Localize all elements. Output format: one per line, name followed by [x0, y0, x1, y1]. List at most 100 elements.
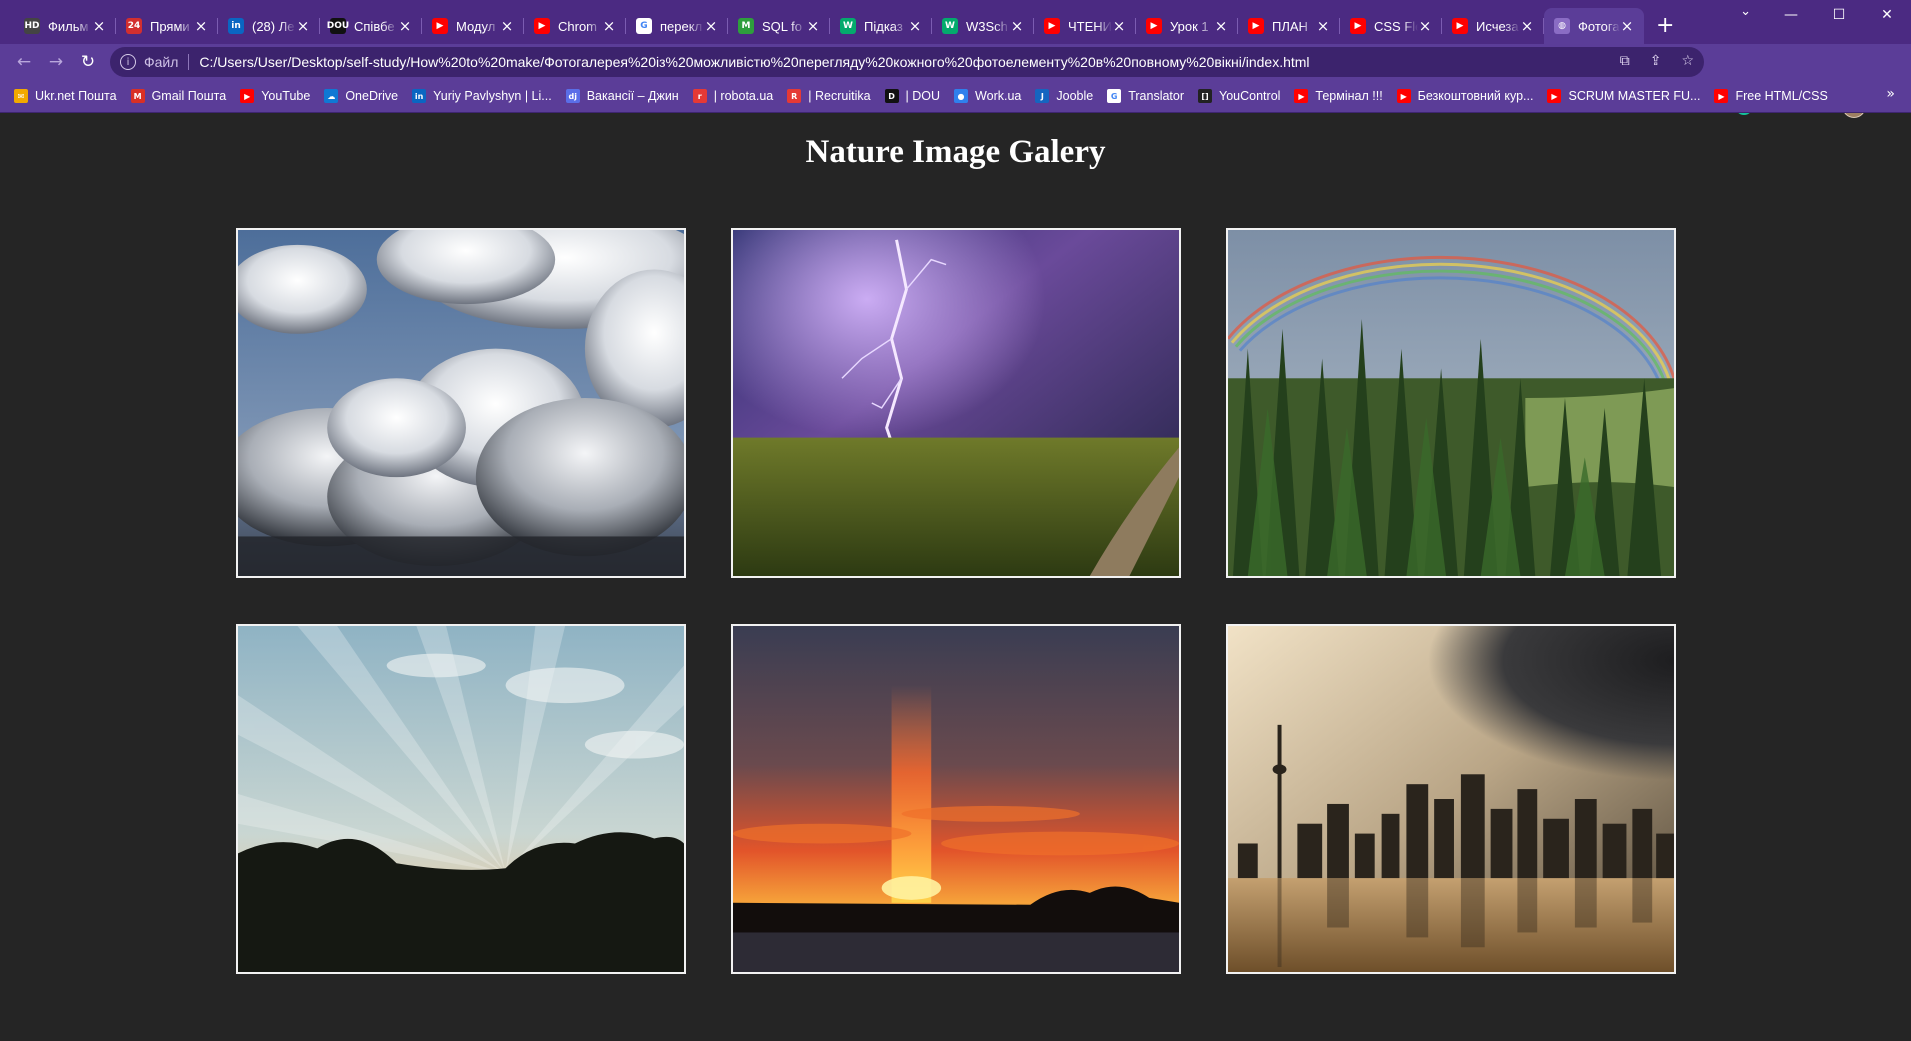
- tab-close-icon[interactable]: ×: [602, 17, 616, 35]
- photo-storm-city[interactable]: [1226, 624, 1676, 974]
- bookmark-item[interactable]: J Jooble: [1035, 89, 1093, 103]
- tab-title: SQL fo: [762, 18, 802, 34]
- bookmark-item[interactable]: [] YouControl: [1198, 89, 1280, 103]
- tab-close-icon[interactable]: ×: [1112, 17, 1126, 35]
- tab-15[interactable]: ▶ Исчеза ×: [1442, 8, 1544, 44]
- photo-sun-rays[interactable]: [236, 624, 686, 974]
- tab-4[interactable]: DOU Співбе ×: [320, 8, 422, 44]
- bookmark-item[interactable]: in Yuriy Pavlyshyn | Li...: [412, 89, 552, 103]
- new-tab-button[interactable]: +: [1656, 13, 1674, 38]
- bookmark-item[interactable]: M Gmail Пошта: [130, 89, 227, 103]
- photo-sunset-pillar[interactable]: [731, 624, 1181, 974]
- tab-1[interactable]: HD Фильм ×: [14, 8, 116, 44]
- tab-2[interactable]: 24 Прями ×: [116, 8, 218, 44]
- w3-icon: W: [840, 18, 856, 34]
- tab-12[interactable]: ▶ Урок 1 ×: [1136, 8, 1238, 44]
- tab-close-icon[interactable]: ×: [296, 17, 310, 35]
- bookmark-item[interactable]: ✉ Ukr.net Пошта: [14, 89, 117, 103]
- tab-title: Модул: [456, 18, 496, 34]
- address-scheme: Файл: [144, 54, 179, 70]
- lightning-image: [733, 230, 1179, 576]
- bookmark-item[interactable]: G Translator: [1107, 89, 1184, 103]
- address-bar[interactable]: i Файл C:/Users/User/Desktop/self-study/…: [110, 47, 1704, 77]
- tab-close-icon[interactable]: ×: [398, 17, 412, 35]
- bookmark-star-icon[interactable]: ☆: [1681, 53, 1694, 69]
- bookmark-item[interactable]: ☁ OneDrive: [324, 89, 398, 103]
- photo-clouds[interactable]: [236, 228, 686, 578]
- bookmark-label: Yuriy Pavlyshyn | Li...: [433, 89, 552, 103]
- rainbow-forest-image: [1228, 230, 1674, 576]
- forward-arrow-icon[interactable]: →: [40, 46, 72, 78]
- bookmark-item[interactable]: dj Вакансії – Джин: [565, 89, 679, 103]
- bookmark-list: ✉ Ukr.net Пошта M Gmail Пошта ▶ YouTube ☁ OneDr…: [0, 89, 1828, 103]
- tab-8[interactable]: M SQL fo ×: [728, 8, 830, 44]
- tab-close-icon[interactable]: ×: [1316, 17, 1330, 35]
- tab-3[interactable]: in (28) Ле ×: [218, 8, 320, 44]
- bookmark-item[interactable]: r | robota.ua: [692, 89, 773, 103]
- sunset-pillar-image: [733, 626, 1179, 972]
- minimize-icon[interactable]: —: [1767, 0, 1815, 30]
- tab-close-icon[interactable]: ×: [704, 17, 718, 35]
- tab-11[interactable]: ▶ ЧТЕНИ ×: [1034, 8, 1136, 44]
- tab-14[interactable]: ▶ CSS Fle ×: [1340, 8, 1442, 44]
- google-icon: G: [1107, 89, 1122, 103]
- tab-close-icon[interactable]: ×: [500, 17, 514, 35]
- back-arrow-icon[interactable]: ←: [8, 46, 40, 78]
- photo-lightning[interactable]: [731, 228, 1181, 578]
- bookmark-item[interactable]: ▶ Free HTML/CSS: [1714, 89, 1828, 103]
- tab-close-icon[interactable]: ×: [92, 17, 106, 35]
- share-icon[interactable]: ⇪: [1650, 53, 1662, 69]
- tab-10[interactable]: W W3Sch ×: [932, 8, 1034, 44]
- tab-13[interactable]: ▶ ПЛАН ×: [1238, 8, 1340, 44]
- bookmark-item[interactable]: R | Recruitika: [787, 89, 871, 103]
- bookmark-item[interactable]: ▶ YouTube: [240, 89, 310, 103]
- tab-title: Исчеза: [1476, 18, 1519, 34]
- close-window-icon[interactable]: ✕: [1863, 0, 1911, 30]
- photo-rainbow-forest[interactable]: [1226, 228, 1676, 578]
- bookmark-item[interactable]: D | DOU: [884, 89, 941, 103]
- bookmark-label: | DOU: [905, 89, 941, 103]
- tab-close-icon[interactable]: ×: [1520, 17, 1534, 35]
- tab-close-icon[interactable]: ×: [1418, 17, 1432, 35]
- tab-title: (28) Ле: [252, 18, 295, 34]
- reload-icon[interactable]: ↻: [72, 46, 104, 78]
- bookmark-label: Jooble: [1056, 89, 1094, 103]
- bookmark-item[interactable]: ▶ Безкоштовний кур...: [1396, 89, 1533, 103]
- tab-title: Прями: [150, 18, 190, 34]
- tab-close-icon[interactable]: ×: [806, 17, 820, 35]
- bookmark-item[interactable]: ▶ Термінал !!!: [1294, 89, 1383, 103]
- address-url[interactable]: C:/Users/User/Desktop/self-study/How%20t…: [199, 54, 1309, 70]
- maximize-icon[interactable]: ☐: [1815, 0, 1863, 30]
- tab-title: Фотога: [1578, 18, 1620, 34]
- tab-6[interactable]: ▶ Chrom ×: [524, 8, 626, 44]
- dou-icon: D: [884, 89, 899, 103]
- jooble-icon: J: [1035, 89, 1050, 103]
- bookmark-item[interactable]: ▶ SCRUM MASTER FU...: [1547, 89, 1700, 103]
- tab-search-icon[interactable]: ⌄: [1740, 4, 1751, 19]
- tab-close-icon[interactable]: ×: [1010, 17, 1024, 35]
- bookmark-label: SCRUM MASTER FU...: [1568, 89, 1701, 103]
- tab-title: ЧТЕНИ: [1068, 18, 1112, 34]
- tab-close-icon[interactable]: ×: [1620, 17, 1634, 35]
- youtube-icon: ▶: [432, 18, 448, 34]
- bookmark-label: Translator: [1128, 89, 1185, 103]
- tab-7[interactable]: Gперекл ×: [626, 8, 728, 44]
- tab-title: Підказ: [864, 18, 903, 34]
- bookmarks-bar: ✉ Ukr.net Пошта M Gmail Пошта ▶ YouTube ☁ OneDr…: [0, 80, 1911, 113]
- tab-9[interactable]: W Підказ ×: [830, 8, 932, 44]
- linkedin-icon: in: [412, 89, 427, 103]
- tab-close-icon[interactable]: ×: [194, 17, 208, 35]
- bookmark-label: Gmail Пошта: [151, 89, 227, 103]
- translate-icon[interactable]: ⧉: [1620, 53, 1630, 69]
- bookmark-item[interactable]: ● Work.ua: [954, 89, 1021, 103]
- more-bookmarks-icon[interactable]: »: [1886, 86, 1895, 102]
- clouds-image: [238, 230, 684, 576]
- page-title: Nature Image Galery: [805, 134, 1106, 170]
- tab-close-icon[interactable]: ×: [1214, 17, 1228, 35]
- youtube-icon: ▶: [1294, 89, 1309, 103]
- tab-close-icon[interactable]: ×: [908, 17, 922, 35]
- bookmark-label: YouControl: [1219, 89, 1281, 103]
- site-info-icon[interactable]: i: [120, 54, 136, 70]
- tab-16[interactable]: ◍ Фотога ×: [1544, 8, 1644, 44]
- tab-5[interactable]: ▶ Модул ×: [422, 8, 524, 44]
